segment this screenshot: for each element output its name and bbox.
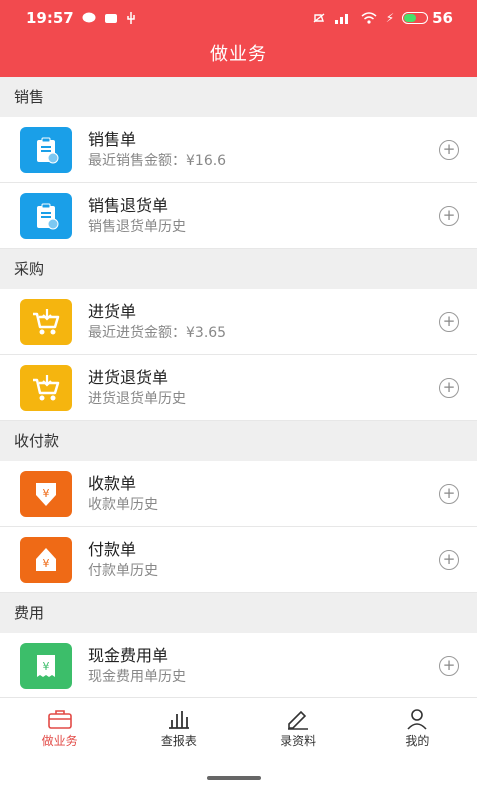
tab-business[interactable]: 做业务 [0, 698, 119, 759]
page-title: 做业务 [210, 44, 267, 65]
add-icon[interactable]: + [439, 377, 459, 398]
chat-notification-icon [82, 12, 96, 23]
svg-text:¥: ¥ [43, 487, 50, 500]
menu-item-subtitle: 收款单历史 [88, 496, 158, 513]
menu-item-subtitle: 最近进货金额：¥3.65 [88, 324, 227, 341]
add-icon[interactable]: + [439, 205, 459, 226]
pay-money-icon: ¥ [20, 536, 72, 583]
menu-item-title: 进货退货单 [88, 367, 169, 387]
android-notification-icon [104, 14, 117, 23]
tab-profile[interactable]: 我的 [358, 698, 477, 759]
menu-item-payment[interactable]: ¥ 付款单 付款单历史 + [0, 527, 477, 593]
tab-reports[interactable]: 查报表 [119, 698, 238, 759]
battery-fill [404, 14, 417, 22]
clipboard-check-icon [20, 126, 72, 173]
user-icon [407, 709, 427, 730]
bar-chart-icon [168, 711, 189, 729]
menu-item-subtitle: 现金费用单历史 [88, 668, 186, 685]
add-icon[interactable]: + [439, 139, 459, 160]
status-bar: 19:57 ⚡ 56 [0, 0, 477, 36]
receive-money-icon: ¥ [20, 470, 72, 517]
svg-text:¥: ¥ [43, 557, 50, 570]
pen-paper-icon [288, 710, 309, 730]
usb-icon [127, 12, 135, 24]
menu-item-title: 销售单 [88, 129, 137, 149]
menu-item-purchase-return[interactable]: 进货退货单 进货退货单历史 + [0, 355, 477, 421]
home-indicator[interactable] [207, 776, 261, 780]
add-icon[interactable]: + [439, 549, 459, 570]
app-header: 19:57 ⚡ 56 做业务 [0, 0, 477, 77]
menu-item-title: 收款单 [88, 473, 137, 493]
add-icon[interactable]: + [439, 655, 459, 676]
cart-download-icon [20, 364, 72, 411]
menu-item-subtitle: 销售退货单历史 [88, 218, 186, 235]
menu-item-receipt[interactable]: ¥ 收款单 收款单历史 + [0, 461, 477, 527]
cart-download-icon [20, 298, 72, 345]
section-header-purchase: 采购 [0, 249, 477, 289]
tab-label: 查报表 [160, 734, 197, 748]
battery-level: 56 [432, 9, 453, 27]
menu-item-cash-expense[interactable]: ¥ 现金费用单 现金费用单历史 + [0, 633, 477, 697]
tab-label: 录资料 [280, 734, 317, 748]
battery-indicator: 56 [402, 9, 453, 27]
tab-data-entry[interactable]: 录资料 [239, 698, 358, 759]
business-menu: 销售 销售单 最近销售金额：¥16.6 + 销售退货单 销售退货单历史 + 采购… [0, 77, 477, 697]
briefcase-icon [47, 710, 72, 729]
menu-item-sales-order[interactable]: 销售单 最近销售金额：¥16.6 + [0, 117, 477, 183]
menu-item-subtitle: 进货退货单历史 [88, 390, 186, 407]
menu-item-subtitle: 付款单历史 [88, 562, 158, 579]
menu-item-title: 付款单 [88, 539, 137, 559]
add-icon[interactable]: + [439, 311, 459, 332]
status-time: 19:57 [26, 9, 74, 27]
mute-icon [313, 13, 325, 23]
svg-text:¥: ¥ [43, 660, 50, 673]
menu-item-title: 进货单 [88, 301, 137, 321]
section-header-expenses: 费用 [0, 593, 477, 633]
menu-item-title: 销售退货单 [88, 195, 169, 215]
wifi-icon [361, 12, 377, 24]
section-header-payments: 收付款 [0, 421, 477, 461]
menu-item-sales-return[interactable]: 销售退货单 销售退货单历史 + [0, 183, 477, 249]
charging-icon: ⚡ [385, 11, 395, 25]
menu-item-subtitle: 最近销售金额：¥16.6 [88, 152, 227, 169]
tab-label: 做业务 [41, 734, 78, 748]
clipboard-check-icon [20, 192, 72, 239]
signal-icon [334, 14, 348, 24]
receipt-icon: ¥ [20, 642, 72, 689]
bottom-tab-bar: 做业务 查报表 录资料 我的 [0, 697, 477, 759]
tab-label: 我的 [405, 734, 430, 748]
section-header-sales: 销售 [0, 77, 477, 117]
menu-item-title: 现金费用单 [88, 645, 169, 665]
menu-item-purchase-order[interactable]: 进货单 最近进货金额：¥3.65 + [0, 289, 477, 355]
add-icon[interactable]: + [439, 483, 459, 504]
